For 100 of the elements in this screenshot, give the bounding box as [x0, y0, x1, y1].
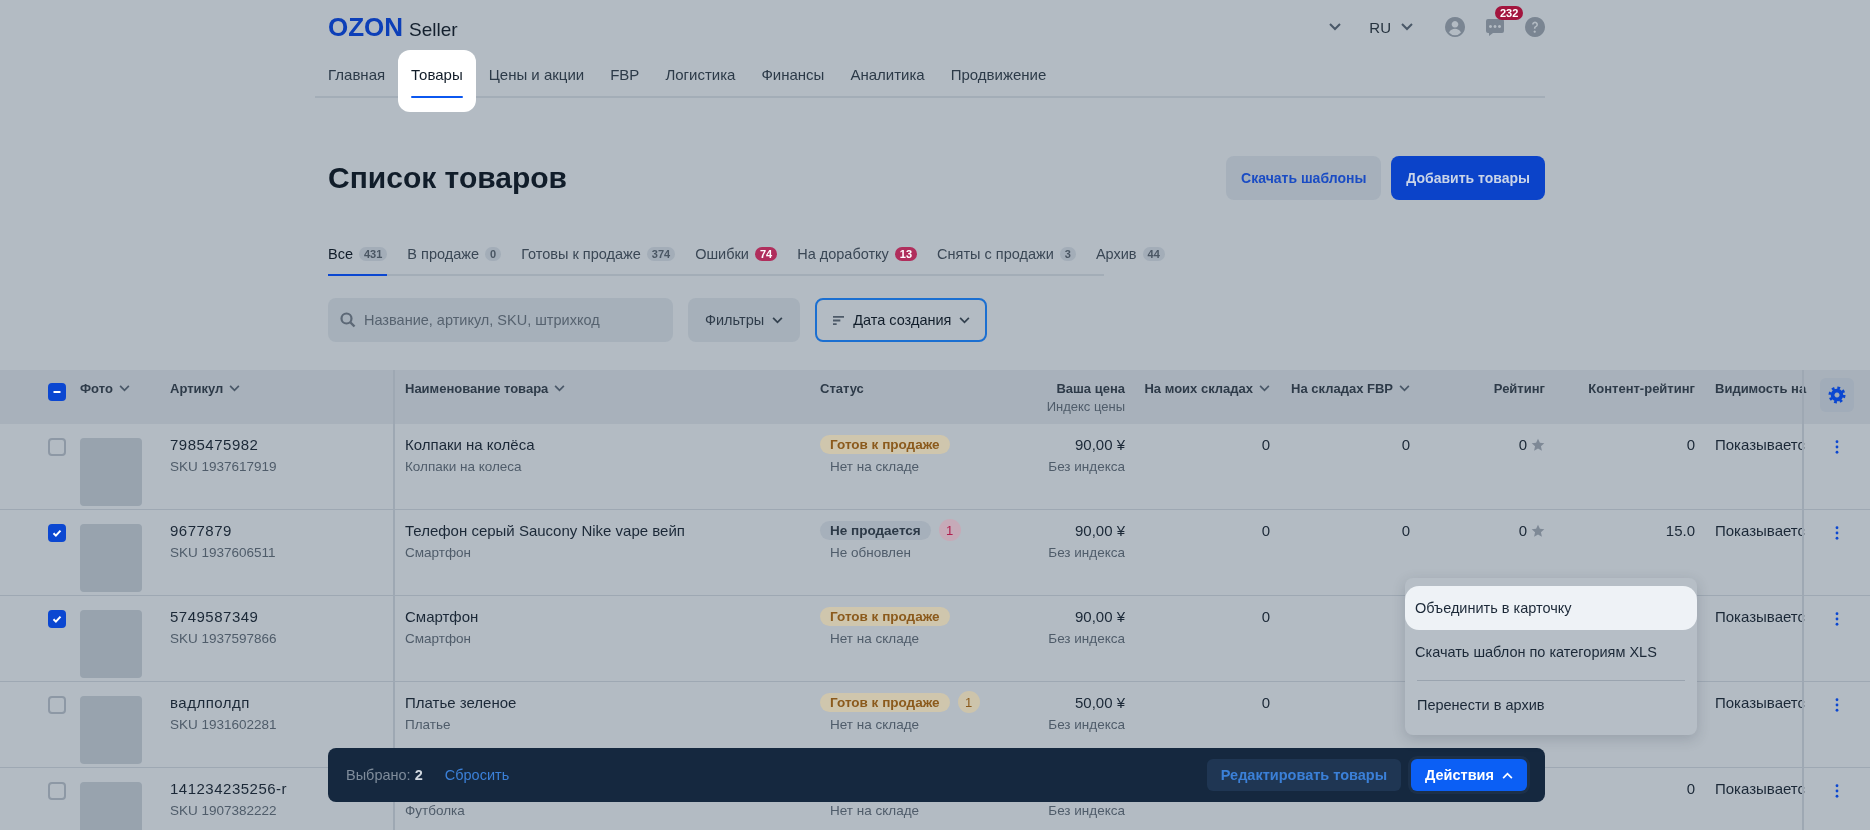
column-header[interactable]: На моих складах: [1144, 381, 1270, 396]
filters-button[interactable]: Фильтры: [688, 298, 801, 342]
column-subheader: Индекс цены: [1046, 399, 1125, 414]
nav-tab[interactable]: FBP: [597, 50, 653, 112]
price-index-text: Без индекса: [1048, 458, 1125, 475]
photo-placeholder: [80, 524, 142, 592]
sort-icon[interactable]: [832, 314, 846, 326]
chevron-down-icon[interactable]: [1399, 385, 1410, 392]
price-index-text: Без индекса: [1048, 544, 1125, 561]
product-name[interactable]: Смартфон: [405, 608, 800, 626]
category-text: Платье: [405, 716, 452, 733]
chevron-down-icon[interactable]: [1401, 23, 1413, 31]
search-icon: [340, 312, 356, 328]
column-header[interactable]: Артикул: [170, 381, 241, 396]
price-text: 90,00 ¥: [1074, 522, 1125, 540]
product-name[interactable]: Телефон серый Saucony Nike vape вейп: [405, 522, 800, 540]
rating-value: 0: [1518, 522, 1527, 540]
chat-icon[interactable]: [1485, 17, 1505, 37]
page-title: Список товаров: [328, 161, 568, 195]
issue-count-badge[interactable]: 1: [938, 519, 961, 541]
status-tab[interactable]: Готовы к продаже 374: [521, 234, 676, 276]
chevron-down-icon[interactable]: [554, 385, 566, 392]
sort-button[interactable]: Дата создания: [815, 298, 988, 342]
logo-wordmark[interactable]: OZON: [328, 11, 404, 43]
status-tab[interactable]: Ошибки 74: [695, 234, 778, 276]
star-icon: [1531, 524, 1545, 538]
price-index-text: Без индекса: [1048, 630, 1125, 647]
article-text: 7985475982: [170, 436, 260, 454]
content-rating-value: 0: [1686, 436, 1695, 454]
category-text: Колпаки на колеса: [405, 458, 523, 475]
menu-item[interactable]: Объединить в карточку: [1405, 586, 1697, 630]
menu-item[interactable]: Скачать шаблон по категориям XLS: [1405, 630, 1697, 674]
product-name[interactable]: Колпаки на колёса: [405, 436, 800, 454]
stock-value: 0: [1261, 436, 1270, 454]
category-text: Футболка: [405, 802, 466, 819]
search-input[interactable]: Название, артикул, SKU, штрихкод: [362, 311, 661, 329]
nav-tab[interactable]: Товары: [398, 50, 476, 112]
settings-icon[interactable]: [1827, 385, 1847, 405]
price-index-text: Без индекса: [1048, 716, 1125, 733]
row-checkbox[interactable]: [48, 438, 66, 456]
stock-note: Нет на складе: [830, 802, 921, 819]
star-icon: [1531, 438, 1545, 452]
photo-placeholder: [80, 696, 142, 764]
price-text: 50,00 ¥: [1074, 694, 1125, 712]
stock-value: 0: [1261, 522, 1270, 540]
chevron-up-icon[interactable]: [1502, 771, 1513, 779]
price-text: 90,00 ¥: [1074, 608, 1125, 626]
add-button[interactable]: Добавить товары: [1391, 156, 1545, 200]
article-text: 5749587349: [170, 608, 260, 626]
article-text: вадлполдп: [170, 694, 251, 712]
nav-tab[interactable]: Главная: [315, 50, 399, 112]
content-rating-value: 15.0: [1665, 522, 1695, 540]
stock-note: Не обновлен: [830, 544, 912, 561]
chevron-down-icon[interactable]: [1329, 23, 1342, 31]
category-text: Смартфон: [405, 544, 472, 561]
row-checkbox[interactable]: [48, 782, 66, 800]
stock-note: Нет на складе: [830, 458, 921, 475]
more-icon[interactable]: [1835, 526, 1839, 540]
status-tab[interactable]: Архив 44: [1095, 234, 1165, 276]
language-select[interactable]: RU: [1369, 18, 1413, 36]
chevron-down-icon[interactable]: [1259, 385, 1270, 392]
nav-tab[interactable]: Финансы: [748, 50, 838, 112]
edit-button[interactable]: Редактировать товары: [1206, 759, 1402, 791]
category-text: Смартфон: [405, 630, 472, 647]
nav-tab[interactable]: Цены и акции: [475, 50, 598, 112]
more-icon[interactable]: [1835, 440, 1839, 454]
chevron-down-icon[interactable]: [959, 316, 971, 324]
reset-link[interactable]: Сбросить: [444, 767, 510, 783]
download-button[interactable]: Скачать шаблоны: [1226, 156, 1382, 200]
row-checkbox[interactable]: [48, 696, 66, 714]
actions-button[interactable]: Действия: [1411, 759, 1527, 791]
more-icon[interactable]: [1835, 698, 1839, 712]
price-text: 90,00 ¥: [1074, 436, 1125, 454]
nav-tab[interactable]: Продвижение: [937, 50, 1060, 112]
photo-placeholder: [80, 438, 142, 506]
chevron-down-icon[interactable]: [772, 316, 784, 324]
column-header[interactable]: Наименование товара: [405, 381, 566, 396]
status-tab[interactable]: Все 431: [328, 234, 388, 276]
issue-count-badge[interactable]: 1: [957, 691, 980, 713]
column-header: Статус: [820, 381, 864, 396]
more-icon[interactable]: [1835, 612, 1839, 626]
stock-value: 0: [1261, 608, 1270, 626]
article-text: 9677879: [170, 522, 233, 540]
status-tab[interactable]: Сняты с продажи 3: [937, 234, 1076, 276]
stock-value: 0: [1401, 522, 1410, 540]
more-icon[interactable]: [1835, 784, 1839, 798]
nav-tab[interactable]: Аналитика: [837, 50, 938, 112]
nav-tab[interactable]: Логистика: [652, 50, 749, 112]
menu-item[interactable]: Перенести в архив: [1417, 680, 1685, 727]
settings-button[interactable]: [1820, 378, 1854, 412]
status-tab[interactable]: В продаже 0: [407, 234, 502, 276]
sku-text: SKU 1937617919: [170, 458, 278, 475]
column-header[interactable]: На складах FBP: [1291, 381, 1410, 396]
column-header[interactable]: Фото: [80, 381, 130, 396]
chevron-down-icon[interactable]: [229, 385, 241, 392]
stock-value: 0: [1401, 436, 1410, 454]
product-name[interactable]: Платье зеленое: [405, 694, 800, 712]
status-tab[interactable]: На доработку 13: [797, 234, 918, 276]
chevron-down-icon[interactable]: [118, 385, 130, 392]
search-field[interactable]: Название, артикул, SKU, штрихкод: [328, 298, 673, 342]
